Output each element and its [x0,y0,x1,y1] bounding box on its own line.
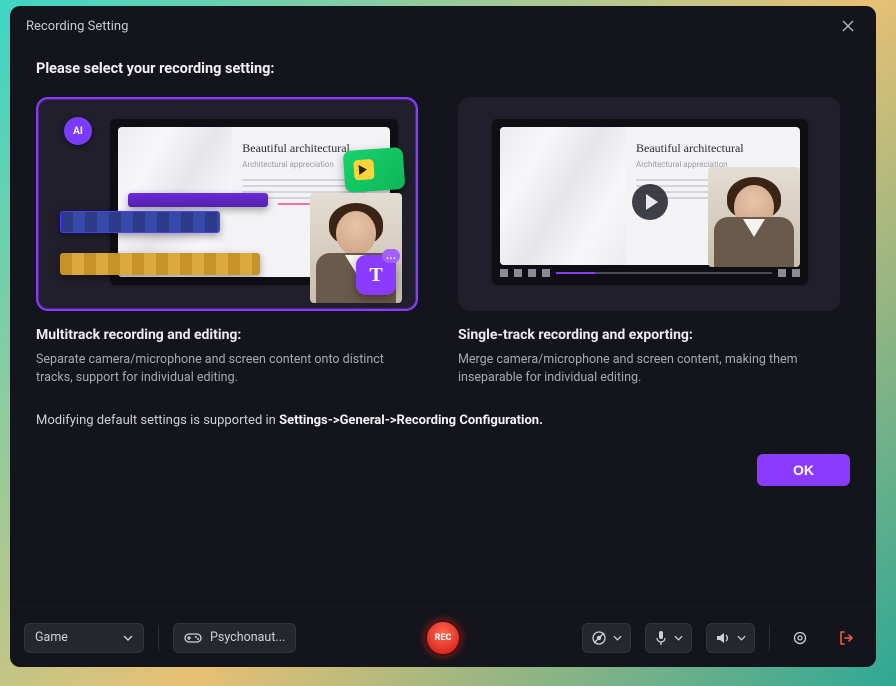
exit-button[interactable] [830,623,862,653]
option-singletrack-title: Single-track recording and exporting: [458,327,840,343]
mock-screen-title: Beautiful architectural [636,141,790,156]
play-icon [632,184,668,220]
chevron-down-icon [674,635,683,641]
text-widget-icon: T [356,255,396,295]
system-audio-toggle[interactable] [706,623,755,653]
heading: Please select your recording setting: [36,60,850,77]
note-path: Settings->General->Recording Configurati… [279,413,543,428]
game-source-chip[interactable]: Psychonaut... [173,623,296,653]
webcam-toggle[interactable] [582,623,631,653]
close-button[interactable] [836,14,860,38]
settings-button[interactable] [784,623,816,653]
chevron-down-icon [737,635,746,641]
exit-icon [838,630,854,646]
video-widget-icon [343,147,406,193]
audio-track-strip [128,193,268,207]
player-controls [500,265,800,281]
option-multitrack[interactable]: Beautiful architectural Architectural ap… [36,97,418,387]
settings-path-note: Modifying default settings is supported … [36,413,850,428]
gear-icon [792,630,808,646]
game-source-label: Psychonaut... [210,630,285,645]
titlebar: Recording Setting [10,6,876,46]
video-track-strip-2 [60,253,260,275]
option-multitrack-desc: Separate camera/microphone and screen co… [36,351,418,387]
microphone-icon [654,630,668,646]
chevron-down-icon [123,635,133,641]
note-prefix: Modifying default settings is supported … [36,413,279,428]
microphone-toggle[interactable] [645,623,692,653]
chevron-down-icon [613,635,622,641]
ok-button[interactable]: OK [757,454,850,486]
option-multitrack-title: Multitrack recording and editing: [36,327,418,343]
recording-setting-dialog: Recording Setting Please select your rec… [10,6,876,667]
option-singletrack[interactable]: Beautiful architectural Architectural ap… [458,97,840,387]
divider [769,625,770,651]
mode-select-value: Game [35,630,68,645]
mode-select[interactable]: Game [24,623,144,653]
close-icon [842,20,854,32]
presenter-illustration [708,167,800,267]
option-singletrack-desc: Merge camera/microphone and screen conte… [458,351,840,387]
ai-badge-icon: AI [64,117,92,145]
record-label: REC [435,633,452,643]
video-track-strip-1 [60,211,220,233]
window-title: Recording Setting [26,19,128,34]
gamepad-icon [184,631,202,645]
divider [158,625,159,651]
webcam-off-icon [591,630,607,646]
option-multitrack-thumb: Beautiful architectural Architectural ap… [36,97,418,311]
option-singletrack-thumb: Beautiful architectural Architectural ap… [458,97,840,311]
bottom-toolbar: Game Psychonaut... REC [10,607,876,667]
record-button[interactable]: REC [425,620,461,656]
options-row: Beautiful architectural Architectural ap… [36,97,850,387]
speaker-icon [715,631,731,645]
